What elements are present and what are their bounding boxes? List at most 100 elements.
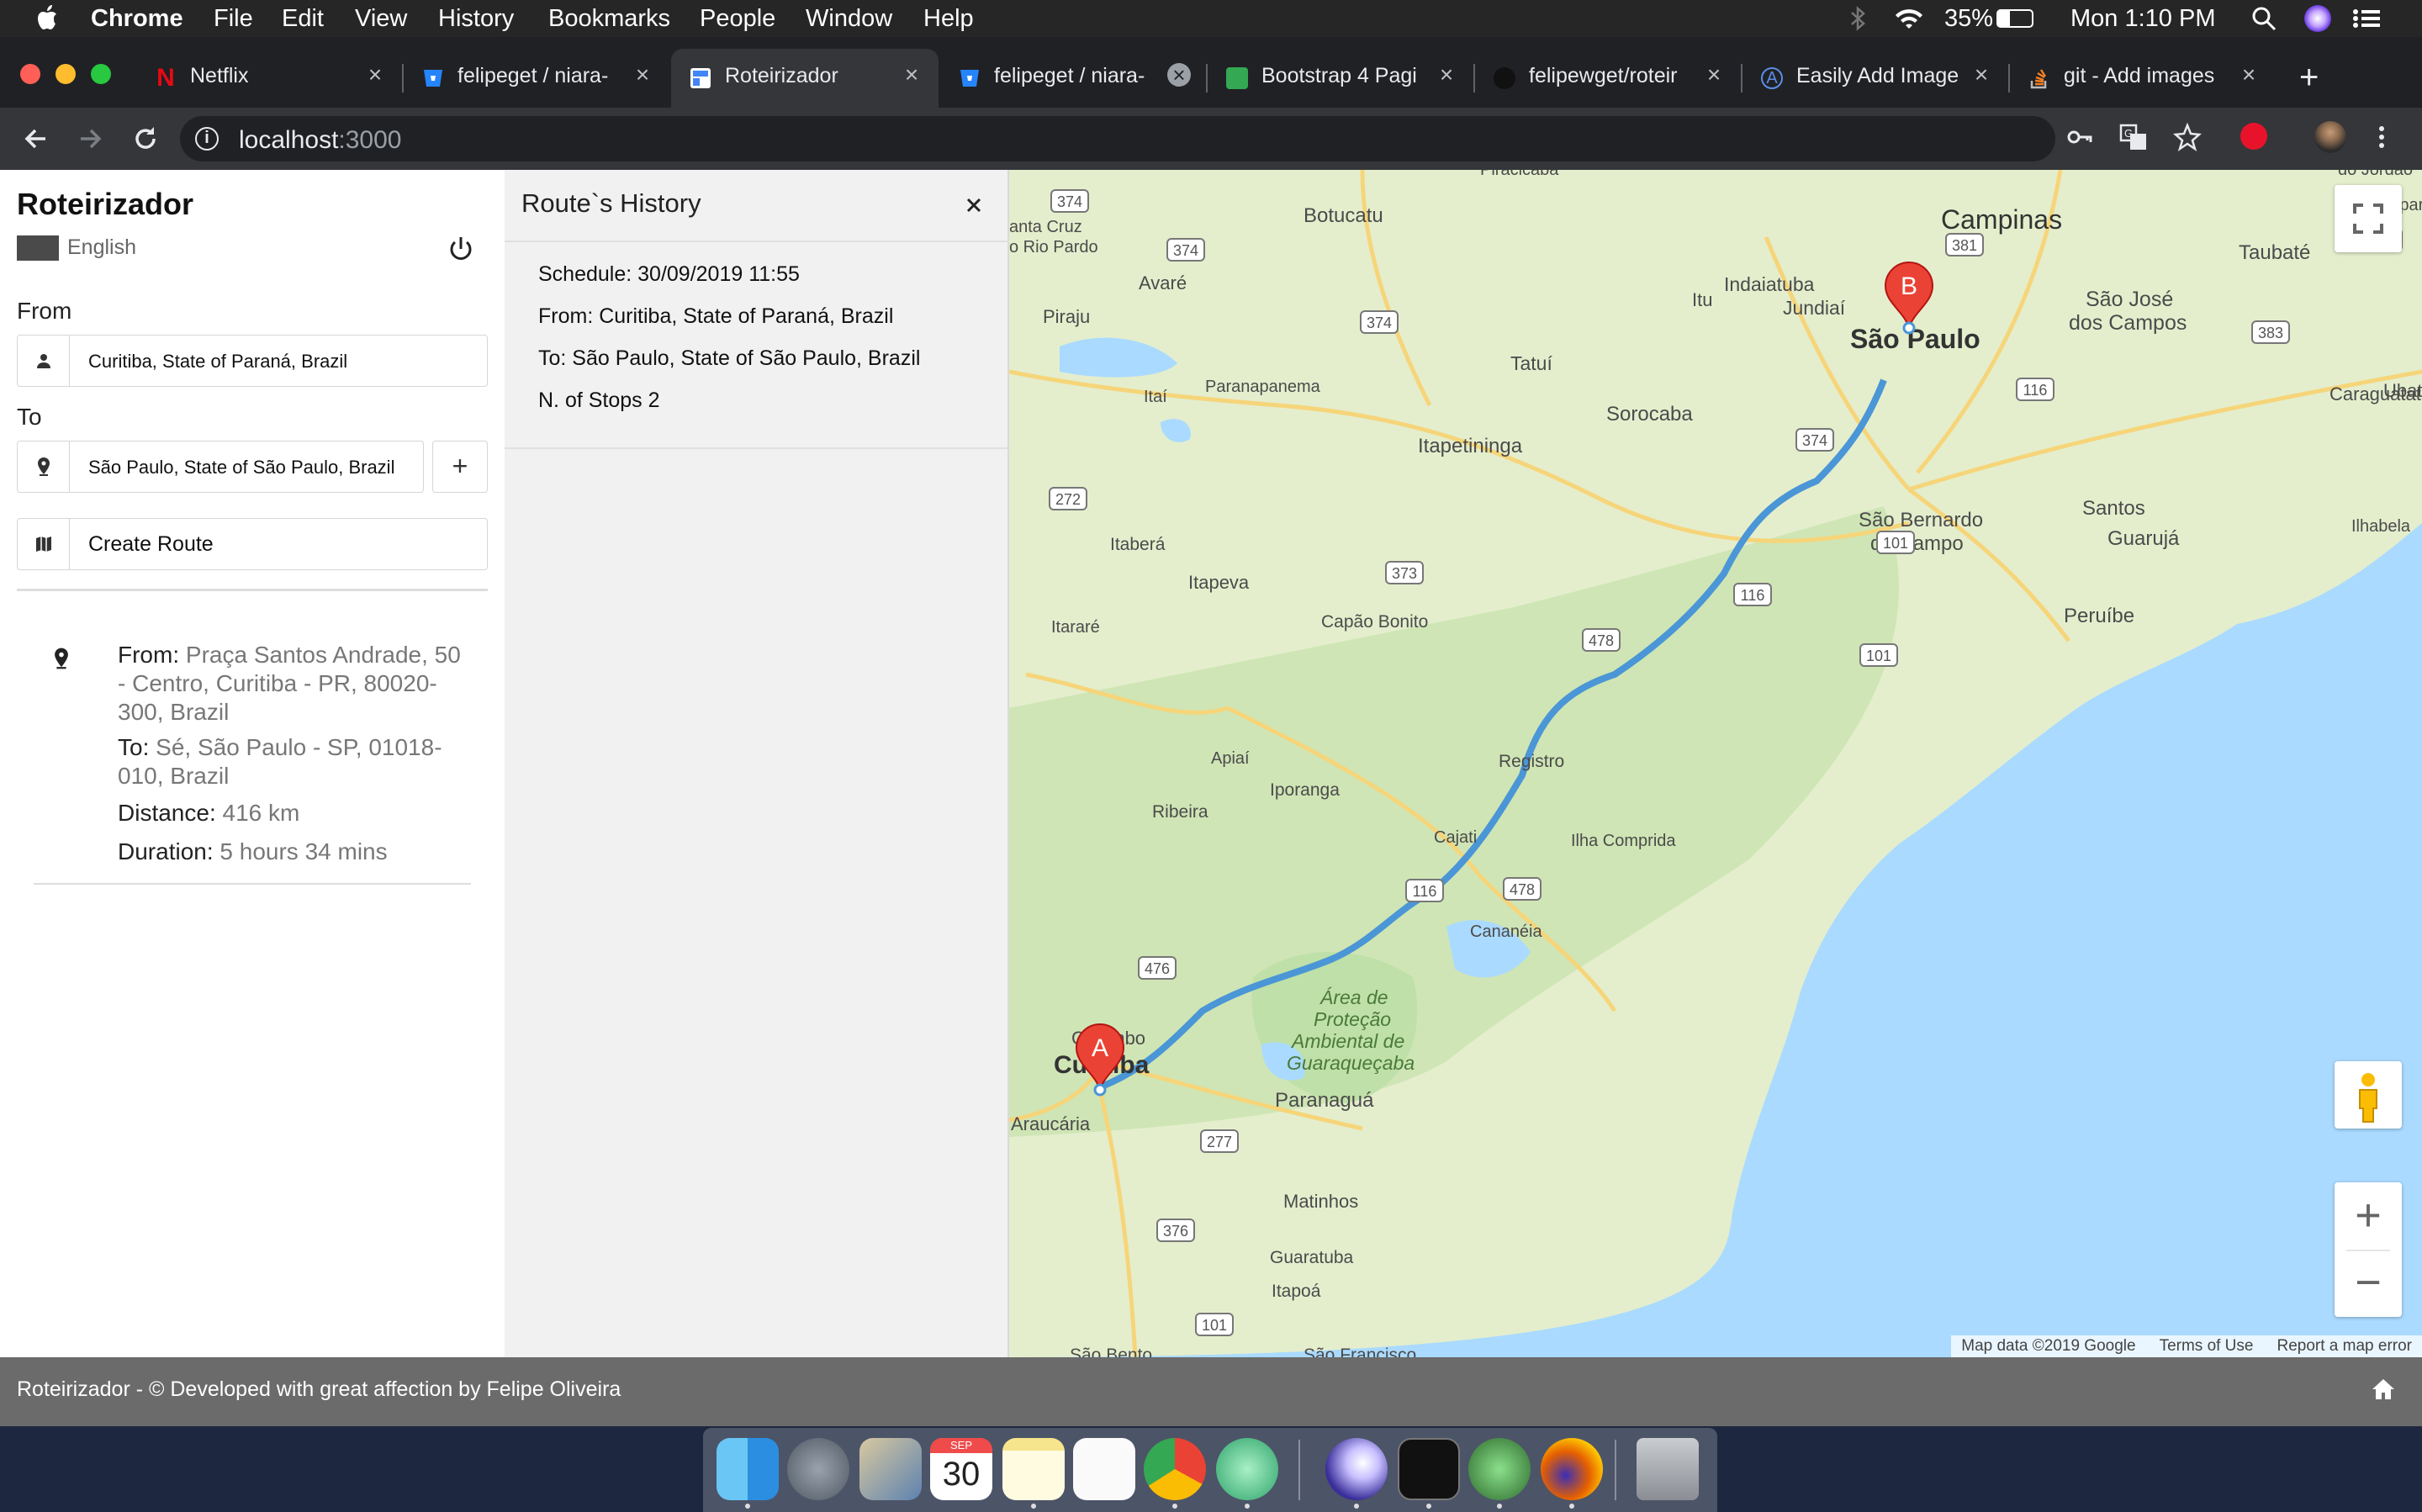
map-label-indaiatuba: Indaiatuba	[1724, 273, 1815, 295]
tab-netflix[interactable]: N Netflix ×	[136, 49, 402, 108]
svg-text:277: 277	[1207, 1134, 1232, 1150]
menu-window[interactable]: Window	[806, 3, 892, 34]
calendar-icon[interactable]: SEP 30	[930, 1438, 992, 1500]
route-map[interactable]: Campinas São Paulo Curitiba Sorocaba Tau…	[1009, 170, 2422, 1357]
tab-bootstrap[interactable]: Bootstrap 4 Pagi ×	[1208, 49, 1473, 108]
create-route-button[interactable]: Create Route	[17, 518, 488, 570]
menu-view[interactable]: View	[355, 3, 407, 34]
svg-text:116: 116	[1741, 587, 1765, 604]
fullscreen-button[interactable]	[2335, 185, 2402, 252]
siri-icon[interactable]	[2304, 5, 2331, 32]
menu-edit[interactable]: Edit	[282, 3, 324, 34]
map-label-sao-joao: do Jordão	[2338, 170, 2413, 179]
map-report-link[interactable]: Report a map error	[2277, 1337, 2412, 1356]
tab-close-icon[interactable]: ×	[1970, 63, 1993, 87]
profile-avatar[interactable]	[2314, 121, 2346, 153]
fullscreen-icon	[2353, 204, 2383, 234]
app-brand[interactable]: Roteirizador	[17, 187, 193, 222]
home-icon[interactable]	[2370, 1376, 2397, 1403]
tab-close-icon[interactable]: ×	[2237, 63, 2261, 87]
extension-adblock-icon[interactable]	[2240, 123, 2267, 150]
add-stop-button[interactable]: +	[432, 441, 488, 493]
tab-bitbucket-2[interactable]: felipeget / niara- ×	[940, 49, 1206, 108]
map-label-peruibe: Peruíbe	[2064, 605, 2134, 627]
spotlight-search-icon[interactable]	[2250, 5, 2277, 32]
menu-people[interactable]: People	[700, 3, 775, 34]
svg-text:374: 374	[1802, 432, 1827, 449]
to-input[interactable]: São Paulo, State of São Paulo, Brazil	[17, 441, 424, 493]
window-close-button[interactable]	[20, 64, 40, 84]
window-minimize-button[interactable]	[56, 64, 76, 84]
menu-help[interactable]: Help	[923, 3, 974, 34]
reload-button[interactable]	[126, 119, 165, 158]
tab-close-icon[interactable]: ×	[631, 63, 654, 87]
language-label[interactable]: English	[67, 235, 136, 260]
bookmark-star-icon[interactable]	[2173, 123, 2202, 151]
map-label-paranagua: Paranaguá	[1275, 1089, 1374, 1112]
address-url[interactable]: localhost:3000	[239, 126, 401, 155]
map-data-credit: Map data ©2019 Google	[1961, 1337, 2136, 1355]
from-input[interactable]: Curitiba, State of Paraná, Brazil	[17, 335, 488, 387]
bluetooth-icon[interactable]	[1848, 5, 1867, 32]
firefox-icon[interactable]	[1541, 1438, 1603, 1500]
chrome-menu-icon[interactable]	[2373, 123, 2390, 151]
preview-icon[interactable]	[859, 1438, 922, 1500]
menu-file[interactable]: File	[214, 3, 253, 34]
atom-icon[interactable]	[1216, 1438, 1278, 1500]
site-info-icon[interactable]: i	[195, 127, 219, 151]
terminal-icon[interactable]	[1398, 1438, 1460, 1500]
to-input-value[interactable]: São Paulo, State of São Paulo, Brazil	[88, 457, 394, 478]
menu-app-name[interactable]: Chrome	[91, 3, 183, 34]
battery-icon[interactable]	[1996, 9, 2033, 28]
tab-close-icon[interactable]: ×	[1167, 63, 1191, 87]
menu-history[interactable]: History	[438, 3, 514, 34]
map-label-matinhos: Matinhos	[1283, 1191, 1358, 1212]
address-bar[interactable]: i localhost:3000	[180, 116, 2055, 161]
map-label-itai: Itaí	[1144, 388, 1167, 406]
map-label-itu: Itu	[1692, 289, 1712, 310]
menu-bookmarks[interactable]: Bookmarks	[548, 3, 670, 34]
tab-bitbucket-1[interactable]: felipeget / niara- ×	[404, 49, 669, 108]
chrome-dock-icon[interactable]	[1144, 1438, 1206, 1500]
robo3t-icon[interactable]	[1468, 1438, 1531, 1500]
back-button[interactable]	[17, 119, 56, 158]
reminders-icon[interactable]	[1073, 1438, 1135, 1500]
tab-stackoverflow[interactable]: git - Add images ×	[2010, 49, 2276, 108]
map-label-sao-jose: São José dos Campos	[2069, 288, 2187, 335]
window-zoom-button[interactable]	[91, 64, 111, 84]
new-tab-button[interactable]: +	[2299, 61, 2319, 94]
finder-icon[interactable]	[717, 1438, 779, 1500]
tab-easily-add-image[interactable]: A Easily Add Image ×	[1742, 49, 2008, 108]
tab-close-icon[interactable]: ×	[1702, 63, 1726, 87]
notes-icon[interactable]	[1002, 1438, 1065, 1500]
tab-github[interactable]: felipewget/roteir ×	[1475, 49, 1741, 108]
eclipse-app-icon[interactable]	[1325, 1438, 1388, 1500]
tab-roteirizador[interactable]: Roteirizador ×	[671, 49, 939, 108]
page-footer: Roteirizador - © Developed with great af…	[0, 1357, 2422, 1426]
translate-icon[interactable]: G	[2119, 123, 2148, 151]
map-canvas[interactable]: Campinas São Paulo Curitiba Sorocaba Tau…	[1009, 170, 2422, 1357]
menubar-clock[interactable]: Mon 1:10 PM	[2070, 3, 2215, 34]
close-history-button[interactable]	[959, 190, 989, 220]
launchpad-icon[interactable]	[787, 1438, 849, 1500]
wifi-icon[interactable]	[1892, 5, 1926, 32]
zoom-out-button[interactable]: −	[2335, 1250, 2402, 1317]
logout-button[interactable]	[446, 234, 476, 264]
svg-text:116: 116	[1413, 883, 1437, 900]
forward-button[interactable]	[71, 119, 109, 158]
notification-center-icon[interactable]	[2351, 5, 2382, 32]
password-key-icon[interactable]	[2065, 123, 2094, 151]
map-label-guaruja: Guarujá	[2107, 527, 2180, 550]
bitbucket-favicon-icon	[960, 70, 979, 87]
map-label-tatui: Tatuí	[1510, 352, 1552, 374]
tab-close-icon[interactable]: ×	[363, 63, 387, 87]
apple-icon[interactable]	[34, 3, 59, 32]
zoom-in-button[interactable]: +	[2335, 1182, 2402, 1250]
trash-icon[interactable]	[1637, 1438, 1699, 1500]
language-flag-icon[interactable]	[17, 235, 59, 261]
tab-close-icon[interactable]: ×	[900, 63, 923, 87]
map-terms-link[interactable]: Terms of Use	[2160, 1337, 2254, 1356]
tab-close-icon[interactable]: ×	[1435, 63, 1458, 87]
from-input-value[interactable]: Curitiba, State of Paraná, Brazil	[88, 351, 347, 373]
street-view-pegman[interactable]	[2335, 1061, 2402, 1129]
